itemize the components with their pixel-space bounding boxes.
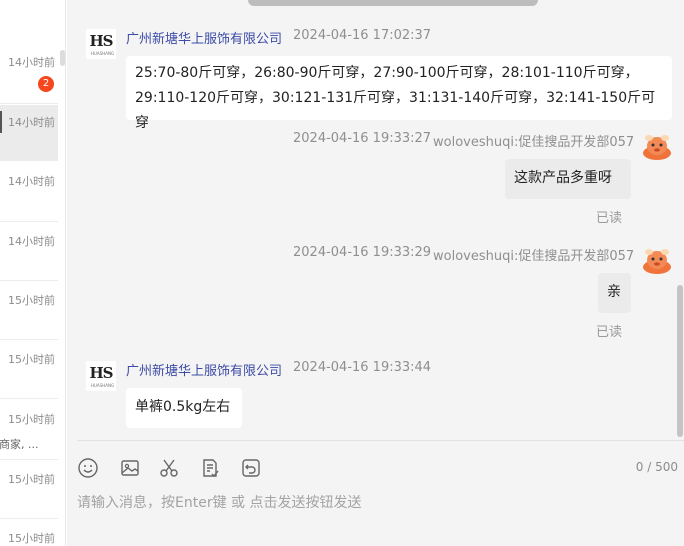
conversation-time: 14小时前 [8, 56, 55, 69]
conversation-time: 14小时前 [8, 235, 55, 248]
conversation-item[interactable]: 15小时前 [0, 520, 58, 546]
cake-avatar-icon [643, 249, 671, 274]
conversation-item[interactable]: 15小时前 商家, ... [0, 400, 58, 460]
conversation-list: 14小时前 2 14小时前 14小时前 14小时前 15小时前 15小时前 15… [0, 0, 66, 546]
active-marker [0, 111, 2, 133]
order-icon[interactable] [199, 457, 221, 479]
seller-avatar[interactable]: HS HUASHANG [86, 29, 116, 59]
message-time: 2024-04-16 19:33:27 [293, 131, 432, 146]
message-bubble: 单裤0.5kg左右 [126, 388, 242, 428]
conversation-item[interactable]: 14小时前 2 [0, 42, 58, 104]
sender-name[interactable]: woloveshuqi:促佳搜品开发部057 [433, 131, 634, 150]
seller-logo-subtext: HUASHANG [91, 383, 115, 388]
conversation-item[interactable]: 15小时前 [0, 461, 58, 519]
seller-logo-letters: HS [89, 32, 113, 50]
message-time: 2024-04-16 17:02:37 [293, 28, 432, 43]
message-time: 2024-04-16 19:33:44 [293, 360, 432, 375]
conversation-item[interactable]: 14小时前 [0, 223, 58, 281]
seller-logo-letters: HS [89, 364, 113, 382]
buyer-avatar[interactable] [641, 247, 673, 275]
message-bubble: 亲 [598, 273, 631, 313]
input-divider [77, 440, 684, 441]
conversation-time: 15小时前 [8, 413, 55, 426]
read-status: 已读 [596, 211, 623, 226]
sender-name[interactable]: 广州新塘华上服饰有限公司 [126, 28, 282, 47]
chat-scrollbar[interactable] [677, 285, 683, 437]
image-icon[interactable] [119, 457, 141, 479]
conversation-item[interactable]: 15小时前 [0, 341, 58, 399]
emoji-icon[interactable] [77, 457, 99, 479]
conversation-time: 14小时前 [8, 175, 55, 188]
seller-logo-subtext: HUASHANG [91, 51, 115, 56]
conversation-item[interactable]: 14小时前 [0, 162, 58, 222]
buyer-avatar[interactable] [641, 133, 673, 161]
message-bubble: 这款产品多重呀 [505, 159, 631, 199]
unread-badge: 2 [38, 76, 54, 92]
top-scroll-handle[interactable] [248, 0, 538, 6]
conversation-item[interactable]: 15小时前 [0, 282, 58, 340]
conversation-list-scrollbar[interactable] [60, 50, 65, 66]
undo-icon[interactable] [240, 457, 262, 479]
character-counter: 0 / 500 [635, 460, 678, 474]
conversation-time: 15小时前 [8, 294, 55, 307]
conversation-item[interactable]: 14小时前 [0, 105, 58, 161]
read-status: 已读 [596, 325, 623, 340]
conversation-time: 15小时前 [8, 473, 55, 486]
conversation-time: 15小时前 [8, 353, 55, 366]
message-bubble: 25:70-80斤可穿，26:80-90斤可穿，27:90-100斤可穿，28:… [126, 56, 672, 131]
sender-name[interactable]: 广州新塘华上服饰有限公司 [126, 360, 282, 379]
message-time: 2024-04-16 19:33:29 [293, 245, 432, 260]
message-input[interactable] [77, 490, 667, 516]
seller-avatar[interactable]: HS HUASHANG [86, 361, 116, 391]
scissors-icon[interactable] [158, 457, 180, 479]
conversation-time: 15小时前 [8, 532, 55, 545]
cake-avatar-icon [643, 135, 671, 160]
conversation-preview: 商家, ... [0, 438, 39, 451]
conversation-time: 14小时前 [8, 116, 55, 129]
sender-name[interactable]: woloveshuqi:促佳搜品开发部057 [433, 245, 634, 264]
chat-panel: HS HUASHANG 广州新塘华上服饰有限公司 2024-04-16 17:0… [67, 0, 684, 546]
